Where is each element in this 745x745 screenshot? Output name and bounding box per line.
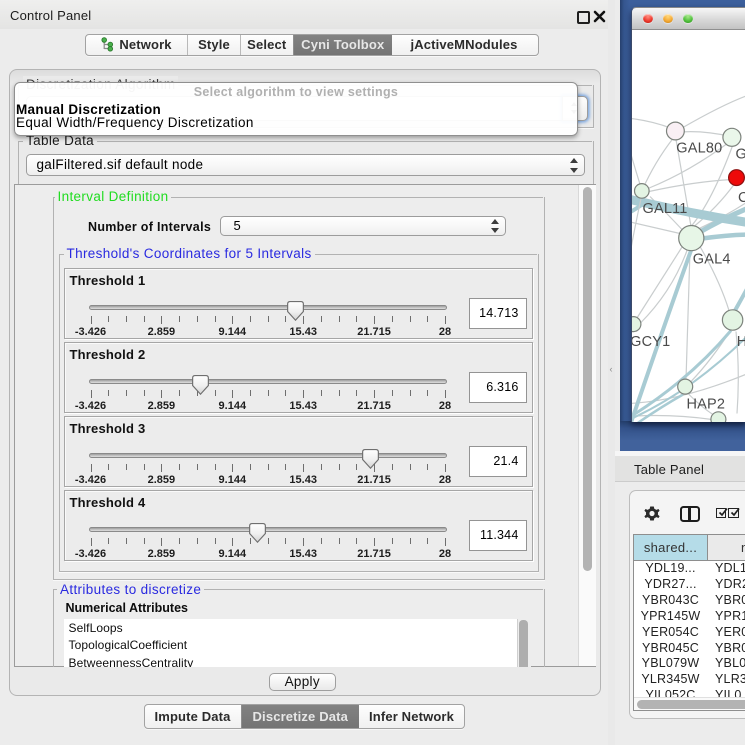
- svg-text:C: C: [738, 190, 745, 206]
- svg-text:GAL11: GAL11: [643, 201, 688, 217]
- svg-text:GCY1: GCY1: [632, 334, 670, 350]
- svg-text:GA: GA: [736, 146, 745, 162]
- svg-text:GAL80: GAL80: [676, 140, 722, 156]
- svg-text:GAL4: GAL4: [693, 251, 731, 267]
- svg-text:H: H: [737, 334, 745, 350]
- svg-text:HAP2: HAP2: [687, 396, 726, 412]
